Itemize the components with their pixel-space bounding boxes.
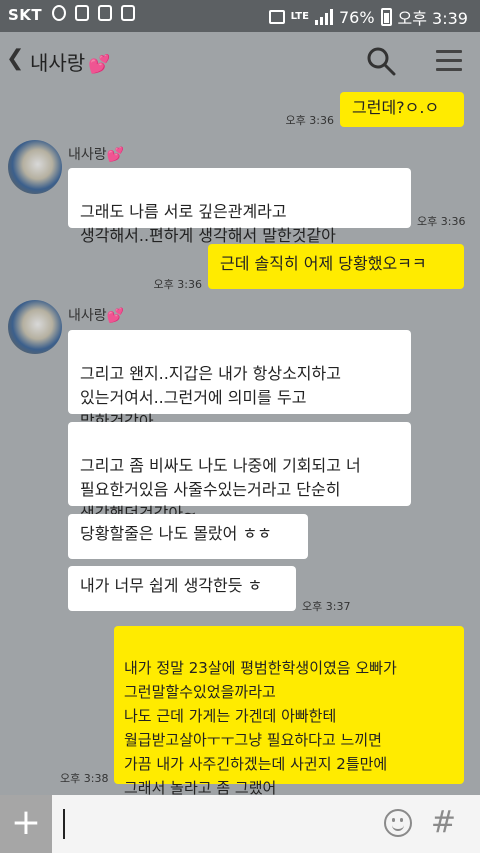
vibrate-icon	[268, 10, 285, 24]
message-text: 그런데?ㅇ.ㅇ	[352, 98, 440, 117]
notification-icons	[52, 5, 135, 21]
battery-icon	[380, 8, 392, 26]
chat-title: 내사랑 💕	[30, 47, 111, 76]
chat-title-text: 내사랑	[30, 51, 86, 75]
message-bubble-theirs: 내가 너무 쉽게 생각한듯 ㅎ	[68, 566, 296, 611]
plus-icon[interactable]: +	[0, 795, 52, 853]
message-text: 그리고 왠지..지갑은 내가 항상소지하고 있는거여서..그런거에 의미를 두고…	[80, 364, 341, 431]
message-input[interactable]	[63, 809, 65, 839]
message-time: 오후 3:36	[417, 215, 466, 228]
message-text: 그리고 좀 비싸도 나도 나중에 기회되고 너 필요한거있음 사줄수있는거라고 …	[80, 456, 361, 523]
message-text: 그래도 나름 서로 깊은관계라고 생각해서..편하게 생각해서 말한것같아	[80, 202, 336, 245]
back-chevron-icon[interactable]: ❮	[6, 46, 24, 71]
instagram-icon	[98, 5, 112, 21]
status-time: 오후 3:39	[397, 9, 468, 28]
carrier-label: SKT	[8, 6, 43, 24]
battery-percent: 76%	[338, 7, 375, 27]
search-icon[interactable]	[366, 46, 396, 76]
message-text: 근데 솔직히 어제 당황했오ㅋㅋ	[220, 254, 427, 273]
input-bar: + #	[0, 795, 480, 853]
notification-icon	[52, 5, 66, 21]
message-bubble-theirs: 그래도 나름 서로 깊은관계라고 생각해서..편하게 생각해서 말한것같아	[68, 168, 411, 245]
hash-icon[interactable]: #	[431, 805, 456, 840]
message-bubble-mine: 그런데?ㅇ.ㅇ	[340, 92, 464, 127]
menu-icon[interactable]	[436, 50, 462, 71]
message-bubble-theirs: 그리고 좀 비싸도 나도 나중에 기회되고 너 필요한거있음 사줄수있는거라고 …	[68, 422, 411, 523]
message-time: 오후 3:36	[153, 278, 202, 291]
signal-icon	[314, 9, 333, 25]
network-label: LTE	[290, 11, 309, 22]
chat-header: ❮ 내사랑 💕	[0, 32, 480, 90]
heart-emoji: 💕	[88, 54, 111, 75]
message-time: 오후 3:37	[302, 600, 351, 613]
sender-name: 내사랑💕	[68, 308, 125, 324]
message-text: 내가 정말 23살에 평범한학생이였음 오빠가 그런말할수있었을까라고 나도 근…	[124, 659, 397, 797]
message-text: 당황할줄은 나도 몰랐어 ㅎㅎ	[80, 524, 272, 543]
status-indicators: LTE 76% 오후 3:39	[268, 5, 468, 29]
message-time: 오후 3:38	[60, 772, 109, 785]
message-time: 오후 3:36	[285, 114, 334, 127]
message-text: 내가 너무 쉽게 생각한듯 ㅎ	[80, 576, 263, 595]
message-bubble-mine: 내가 정말 23살에 평범한학생이였음 오빠가 그런말할수있었을까라고 나도 근…	[114, 626, 464, 797]
contact-avatar[interactable]	[8, 300, 62, 354]
notification-icon	[121, 5, 135, 21]
message-bubble-mine: 근데 솔직히 어제 당황했오ㅋㅋ	[208, 244, 464, 289]
sender-name: 내사랑💕	[68, 147, 125, 163]
message-bubble-theirs: 그리고 왠지..지갑은 내가 항상소지하고 있는거여서..그런거에 의미를 두고…	[68, 330, 411, 431]
notification-icon	[75, 5, 89, 21]
message-bubble-theirs: 당황할줄은 나도 몰랐어 ㅎㅎ	[68, 514, 308, 559]
contact-avatar[interactable]	[8, 140, 62, 194]
status-bar: SKT LTE 76% 오후 3:39	[0, 0, 480, 32]
emoji-icon[interactable]	[384, 809, 412, 837]
